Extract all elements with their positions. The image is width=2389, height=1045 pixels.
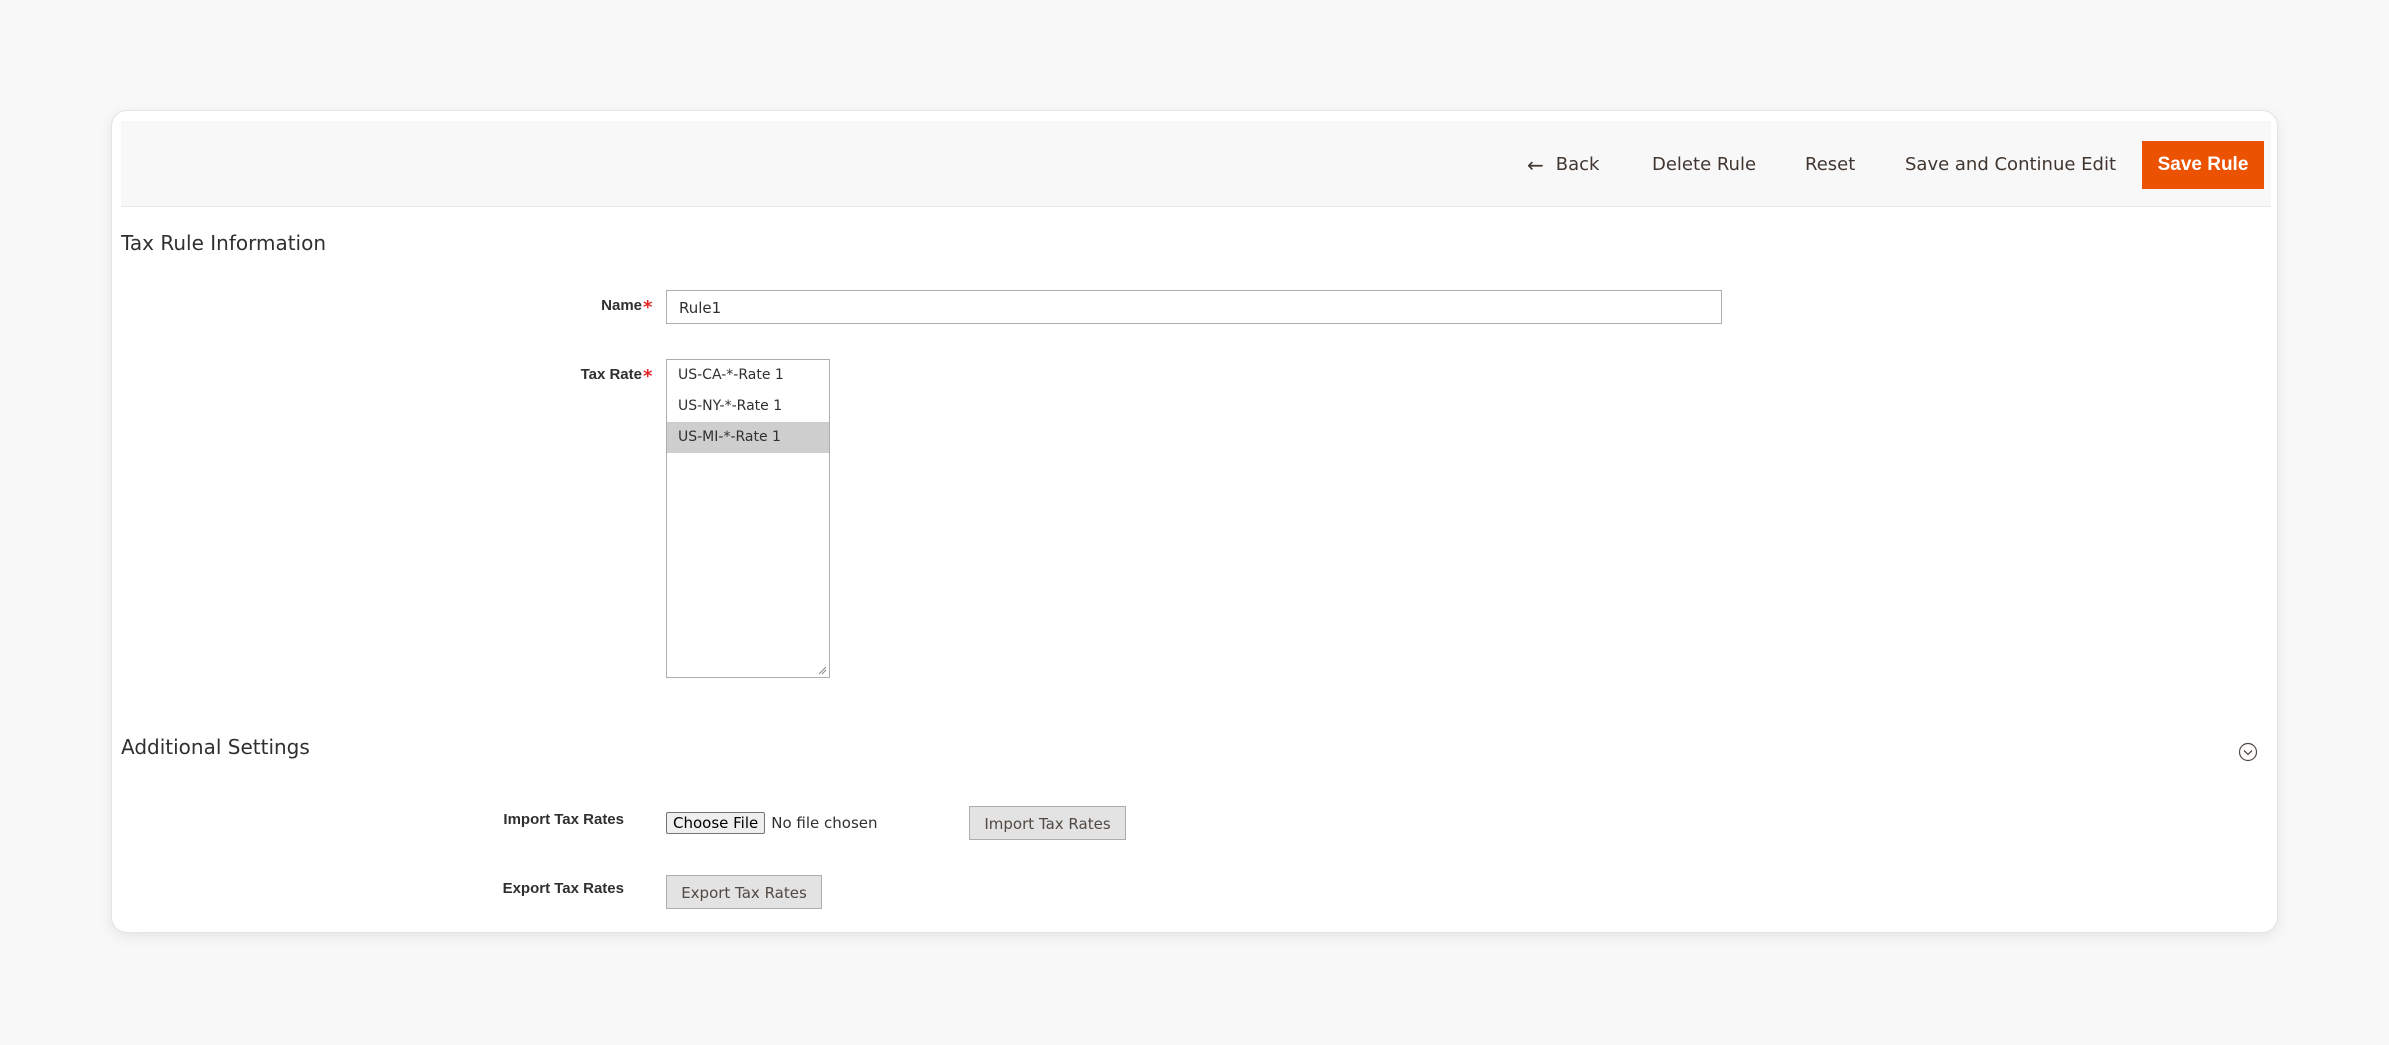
tax-rule-information-title: Tax Rule Information [121, 231, 327, 255]
name-required-mark: * [643, 297, 653, 318]
no-file-chosen-text: No file chosen [771, 814, 878, 832]
back-button-label: Back [1555, 154, 1600, 175]
save-and-continue-button[interactable]: Save and Continue Edit [1905, 141, 2116, 189]
export-tax-rates-label: Export Tax Rates [502, 880, 624, 897]
tax-rate-label: Tax Rate [580, 366, 642, 383]
name-label: Name [601, 297, 642, 314]
tax-rate-required-mark: * [643, 366, 653, 387]
save-rule-button[interactable]: Save Rule [2142, 141, 2264, 189]
tax-rate-multiselect[interactable]: US-CA-*-Rate 1 US-NY-*-Rate 1 US-MI-*-Ra… [666, 359, 830, 678]
tax-rate-option-selected[interactable]: US-MI-*-Rate 1 [667, 422, 829, 453]
tax-rate-option[interactable]: US-NY-*-Rate 1 [667, 391, 829, 422]
resize-grip-icon[interactable] [817, 665, 827, 675]
import-tax-rates-button[interactable]: Import Tax Rates [969, 806, 1126, 840]
reset-button[interactable]: Reset [1805, 141, 1855, 189]
chevron-down-circle-icon[interactable] [2238, 742, 2258, 762]
name-input[interactable]: Rule1 [666, 290, 1722, 324]
back-button[interactable]: ← Back [1527, 141, 1599, 189]
choose-file-button[interactable]: Choose File [666, 812, 766, 834]
arrow-left-icon: ← [1527, 153, 1544, 177]
import-file-input[interactable]: Choose File No file chosen [666, 812, 878, 834]
export-tax-rates-button[interactable]: Export Tax Rates [666, 875, 822, 909]
tax-rule-form-card: ← Back Delete Rule Reset Save and Continu… [111, 110, 2278, 933]
additional-settings-title[interactable]: Additional Settings [121, 735, 310, 759]
import-tax-rates-label: Import Tax Rates [503, 811, 624, 828]
page-actions-toolbar: ← Back Delete Rule Reset Save and Continu… [121, 121, 2271, 207]
delete-rule-button[interactable]: Delete Rule [1652, 141, 1756, 189]
tax-rate-option[interactable]: US-CA-*-Rate 1 [667, 360, 829, 391]
